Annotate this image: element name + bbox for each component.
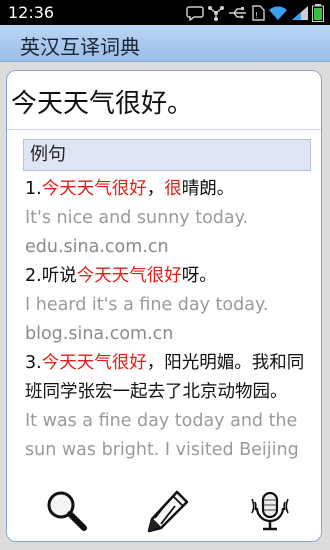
magnifier-icon	[47, 491, 87, 531]
highlight-text: 很	[164, 179, 182, 199]
example-list: 1.今天天气很好，很晴朗。 It's nice and sunny today.…	[23, 171, 311, 465]
svg-text:!: !	[255, 11, 258, 20]
usb-icon	[229, 7, 246, 19]
highlight-text: 今天天气很好	[76, 266, 182, 286]
signal-icon	[292, 6, 308, 20]
bottom-toolbar	[7, 481, 321, 541]
status-icons: !	[186, 4, 324, 22]
app-bar: 英汉互译词典	[0, 25, 330, 62]
example-number: 1.	[25, 179, 42, 199]
example-text: 呀。	[181, 266, 217, 286]
highlight-text: 今天天气很好	[41, 179, 147, 199]
edit-button[interactable]	[143, 487, 193, 535]
battery-icon	[312, 4, 324, 22]
example-source: blog.sina.com.cn	[25, 324, 174, 344]
example-source: edu.sina.com.cn	[25, 237, 169, 257]
example-number: 3.	[25, 353, 42, 373]
app-title: 英汉互译词典	[20, 35, 140, 59]
status-time: 12:36	[8, 3, 55, 22]
chat-icon	[186, 6, 204, 21]
example-text: 晴朗。	[181, 179, 235, 199]
query-box[interactable]: 今天天气很好。	[7, 71, 321, 130]
example-zh: 3.今天天气很好，阳光明媚。我和同班同学张宏一起去了北京动物园。	[25, 349, 311, 407]
example-panel[interactable]: 例句 1.今天天气很好，很晴朗。 It's nice and sunny tod…	[23, 139, 311, 475]
result-card: 今天天气很好。 例句 1.今天天气很好，很晴朗。 It's nice and s…	[6, 70, 322, 542]
status-bar: 12:36 !	[0, 0, 330, 25]
example-en: It's nice and sunny today.	[25, 208, 249, 228]
example-header: 例句	[23, 139, 311, 171]
microphone-icon	[251, 491, 289, 531]
pencil-icon	[147, 490, 189, 533]
example-text: 听说	[41, 266, 77, 286]
example-en: I heard it's a fine day today.	[25, 295, 269, 315]
wifi-icon	[269, 6, 287, 20]
example-zh: 2.听说今天天气很好呀。	[25, 262, 311, 291]
example-text: ，	[146, 179, 165, 199]
search-button[interactable]	[41, 487, 91, 535]
example-zh: 1.今天天气很好，很晴朗。	[25, 175, 311, 204]
content-frame: 今天天气很好。 例句 1.今天天气很好，很晴朗。 It's nice and s…	[6, 70, 322, 542]
network-share-icon	[208, 6, 224, 21]
sim-card-icon: !	[252, 5, 265, 21]
highlight-text: 今天天气很好	[41, 353, 147, 373]
example-en: It was a fine day today and the sun was …	[25, 411, 299, 460]
voice-button[interactable]	[245, 487, 295, 535]
example-number: 2.	[25, 266, 42, 286]
query-text: 今天天气很好。	[11, 89, 194, 119]
